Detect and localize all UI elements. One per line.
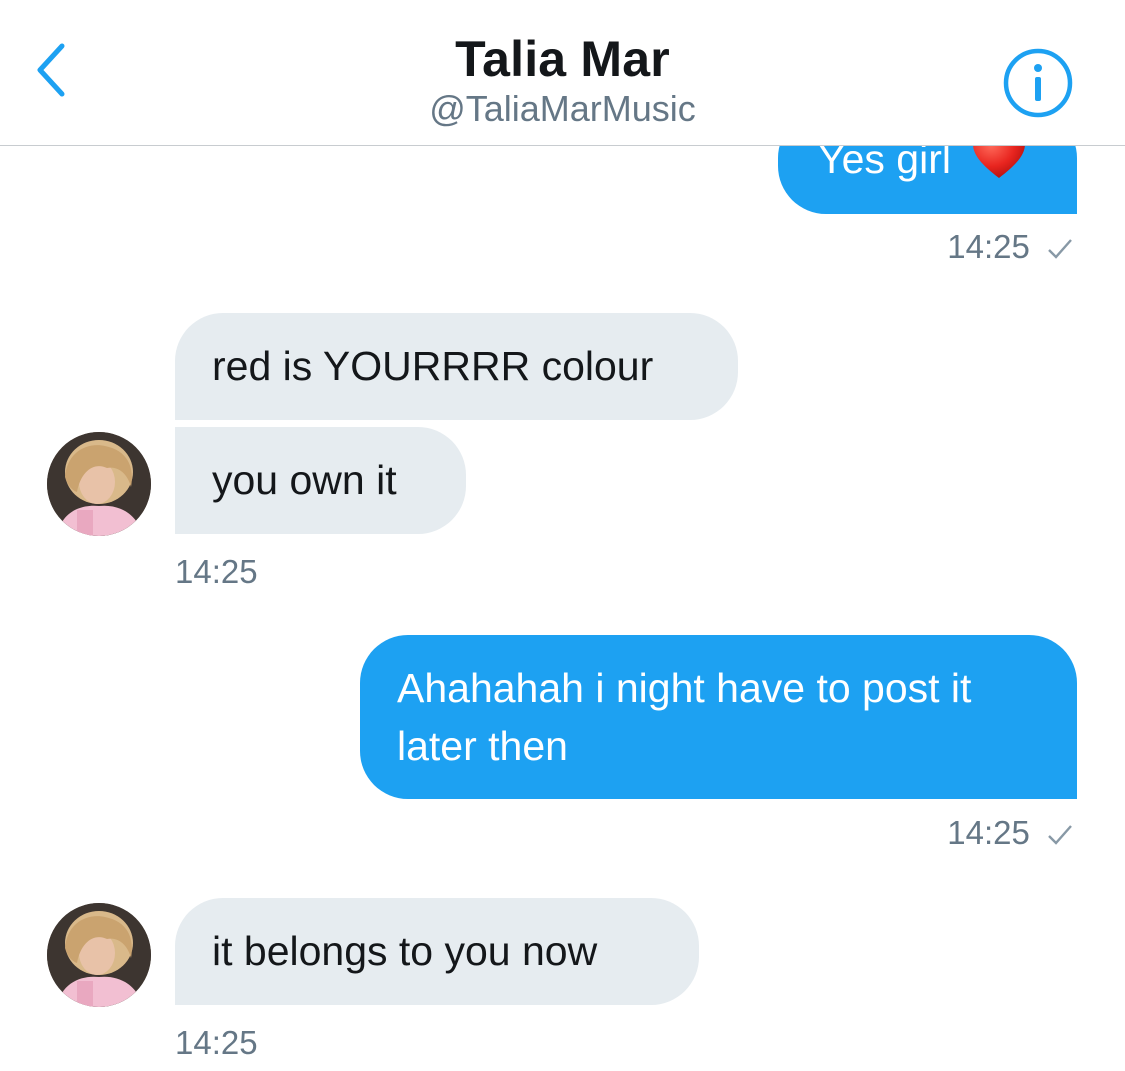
message-text: Ahahahah i night have to post it later t…	[397, 665, 972, 769]
info-button[interactable]	[1002, 47, 1074, 119]
avatar[interactable]	[47, 432, 151, 536]
message-text: you own it	[212, 457, 397, 503]
checkmark-icon	[1047, 816, 1073, 854]
conversation-header: Talia Mar @TaliaMarMusic	[0, 0, 1125, 146]
checkmark-icon	[1047, 230, 1073, 268]
message-timestamp: 14:25	[947, 814, 1073, 854]
timestamp-text: 14:25	[947, 228, 1030, 265]
outgoing-message-bubble[interactable]: Ahahahah i night have to post it later t…	[360, 635, 1077, 799]
message-timestamp: 14:25	[175, 1024, 258, 1062]
incoming-message-bubble[interactable]: you own it	[175, 427, 466, 534]
avatar[interactable]	[47, 903, 151, 1007]
timestamp-text: 14:25	[947, 814, 1030, 851]
user-handle: @TaliaMarMusic	[429, 88, 696, 129]
message-list[interactable]: Yes girl 14:25 red is YOURRRR colour you…	[0, 0, 1125, 1071]
message-timestamp: 14:25	[947, 228, 1073, 268]
incoming-message-bubble[interactable]: red is YOURRRR colour	[175, 313, 738, 420]
page-title: Talia Mar	[455, 31, 670, 87]
message-timestamp: 14:25	[175, 553, 258, 591]
message-text: red is YOURRRR colour	[212, 343, 654, 389]
timestamp-text: 14:25	[175, 553, 258, 590]
timestamp-text: 14:25	[175, 1024, 258, 1061]
info-circle-icon	[1002, 48, 1074, 123]
dm-conversation-screen: Yes girl 14:25 red is YOURRRR colour you…	[0, 0, 1125, 1071]
message-text: it belongs to you now	[212, 928, 598, 974]
incoming-message-bubble[interactable]: it belongs to you now	[175, 898, 699, 1005]
